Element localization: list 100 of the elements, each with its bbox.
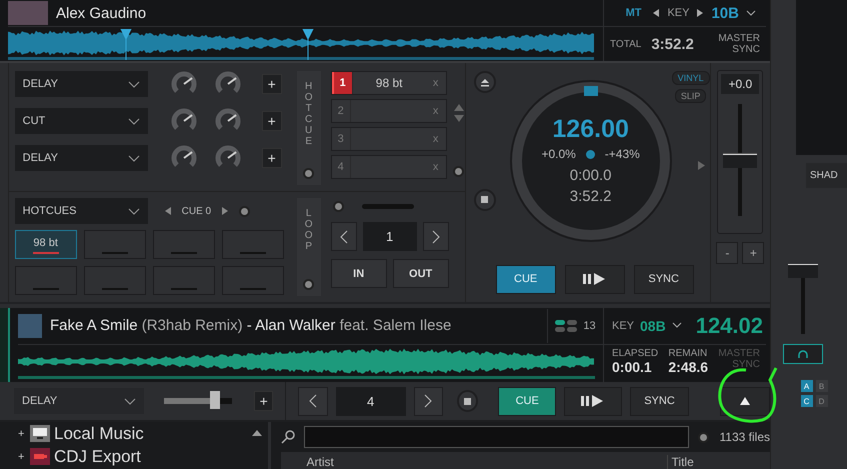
next-button[interactable] — [422, 222, 449, 251]
indicator-dot-icon[interactable] — [239, 206, 250, 216]
file-count: 1133 files — [720, 430, 770, 444]
indicator-dot-icon[interactable] — [332, 200, 344, 212]
headphone-icon — [798, 350, 808, 358]
sync-label: SYNC — [732, 44, 760, 55]
effect-dropdown[interactable]: CUT — [14, 108, 148, 134]
tree-item[interactable]: Local Music — [54, 424, 144, 444]
elapsed-time: 0:00.1 — [612, 358, 653, 375]
loop-indicator — [362, 204, 414, 208]
chevron-left-icon — [309, 394, 317, 408]
cue-button[interactable]: CUE — [496, 264, 556, 294]
cue-button[interactable]: CUE — [498, 386, 556, 416]
expand-toggle[interactable]: + — [18, 428, 26, 440]
total-time: 3:52.2 — [651, 36, 694, 52]
hotcue-label: HOTCUE — [304, 81, 314, 147]
chevron-down-icon — [128, 80, 140, 88]
effect-slider-handle[interactable] — [210, 391, 220, 409]
key-value: 10B — [711, 4, 739, 22]
pitch-slider-handle[interactable] — [723, 153, 758, 168]
add-button[interactable]: + — [254, 391, 274, 411]
stop-button[interactable] — [456, 390, 478, 412]
eject-icon — [480, 78, 490, 86]
sync-button[interactable]: SYNC — [634, 264, 694, 294]
headphone-button[interactable] — [783, 344, 823, 364]
left-arrow-icon[interactable] — [164, 206, 172, 216]
bpm-reading: 124.02 — [696, 312, 763, 339]
triangle-up-icon — [740, 397, 750, 405]
loop-in-button[interactable]: IN — [330, 259, 387, 288]
album-art-placeholder — [18, 314, 42, 338]
pitch-up-button[interactable]: + — [742, 242, 764, 264]
elapsed-time: 0:00.0 — [570, 166, 612, 186]
add-button[interactable]: + — [262, 148, 282, 168]
chevron-down-icon[interactable] — [746, 10, 756, 16]
remain-label: REMAIN — [668, 348, 708, 359]
key-label: KEY — [667, 7, 690, 19]
right-arrow-icon[interactable] — [696, 8, 704, 18]
elapsed-label: ELAPSED — [612, 348, 658, 359]
previous-button[interactable] — [330, 222, 357, 251]
play-pause-button[interactable] — [564, 264, 625, 294]
stop-button[interactable] — [474, 188, 496, 211]
jog-position-marker — [584, 86, 598, 96]
pad-mode-dropdown[interactable]: HOTCUES — [14, 198, 148, 224]
column-header[interactable]: Artist — [280, 455, 667, 469]
add-button[interactable]: + — [262, 111, 282, 131]
vinyl-toggle[interactable]: VINYL — [672, 71, 710, 85]
deck-select-button[interactable]: A — [800, 380, 812, 392]
chevron-right-icon — [424, 394, 432, 408]
expand-toggle[interactable]: + — [18, 450, 26, 462]
play-pause-icon — [581, 395, 606, 407]
previous-button[interactable] — [298, 386, 328, 416]
loop-out-button[interactable]: OUT — [392, 259, 449, 288]
slip-toggle[interactable]: SLIP — [674, 89, 706, 103]
indicator-dot-icon[interactable] — [303, 168, 314, 179]
loop-length-field[interactable]: 4 — [336, 386, 406, 416]
loop-label: LOOP — [304, 208, 314, 252]
pitch-down-button[interactable]: - — [716, 242, 738, 264]
cue-label[interactable]: 98 bt — [352, 72, 426, 94]
tree-item[interactable]: CDJ Export — [54, 446, 141, 466]
scroll-up-icon[interactable] — [252, 430, 262, 436]
hotcue-pad[interactable]: 98 bt — [14, 230, 77, 259]
key-value: 08B — [640, 318, 666, 334]
count-label: 13 — [583, 320, 596, 332]
right-arrow-icon[interactable] — [221, 206, 230, 216]
stop-icon — [464, 398, 471, 404]
sync-label: SYNC — [732, 358, 760, 370]
track-title: Fake A Smile (R3hab Remix) - Alan Walker feat. Salem Ilese — [50, 317, 452, 334]
shader-button[interactable]: SHAD — [806, 163, 847, 188]
next-button[interactable] — [414, 386, 443, 416]
play-pause-button[interactable] — [564, 386, 622, 416]
cue-number[interactable]: 1 — [332, 72, 353, 94]
jog-wheel[interactable]: 126.00 +0.0% -+43% 0:00.0 3:52.2 — [510, 80, 672, 242]
play-marker-icon — [698, 161, 706, 170]
chevron-down-icon — [128, 154, 140, 162]
search-field[interactable] — [304, 426, 689, 448]
search-icon — [280, 430, 295, 444]
total-label: TOTAL — [610, 38, 642, 50]
eject-button[interactable] — [474, 71, 496, 93]
indicator-dot-icon[interactable] — [698, 432, 709, 442]
chevron-down-icon[interactable] — [672, 322, 682, 330]
effect-dropdown[interactable]: DELAY — [14, 388, 144, 414]
sync-button[interactable]: SYNC — [630, 386, 689, 416]
effect-dropdown[interactable]: DELAY — [14, 145, 148, 171]
usb-drive-icon — [30, 448, 50, 465]
computer-icon — [30, 425, 50, 442]
expand-button[interactable] — [720, 386, 770, 416]
column-header[interactable]: Title — [666, 455, 694, 469]
loop-length-field[interactable]: 1 — [362, 222, 417, 251]
cue-page-label: CUE 0 — [182, 206, 212, 216]
left-arrow-icon[interactable] — [652, 8, 660, 18]
pitch-percent: +0.0% — [541, 147, 576, 161]
stems-icon — [555, 320, 578, 332]
deck-select-button[interactable]: C — [800, 395, 812, 407]
add-button[interactable]: + — [262, 74, 282, 94]
chevron-right-icon — [432, 230, 440, 244]
mt-label[interactable]: MT — [626, 7, 642, 19]
indicator-dot-icon[interactable] — [453, 166, 464, 177]
indicator-dot-icon[interactable] — [303, 278, 314, 290]
effect-dropdown[interactable]: DELAY — [14, 71, 148, 97]
album-art-placeholder — [8, 1, 48, 25]
